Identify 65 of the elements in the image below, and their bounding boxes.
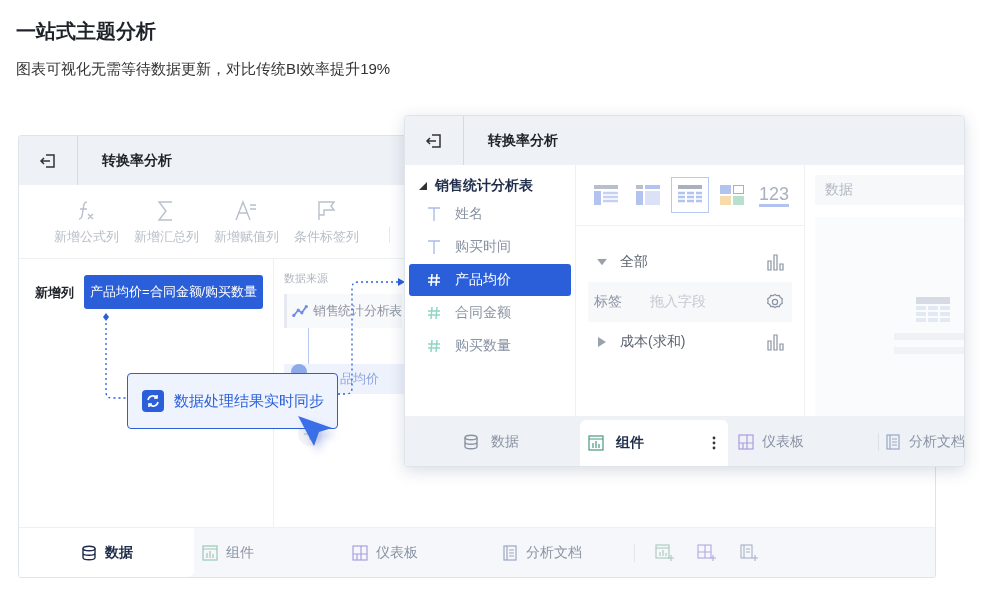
tab[interactable]: 分析文档 (494, 528, 644, 577)
chart-type-button[interactable] (671, 177, 709, 213)
field-label: 成本(求和) (620, 333, 687, 351)
tree-item[interactable]: 合同金额 (409, 297, 571, 329)
tab[interactable]: 组件 (194, 528, 344, 577)
callout-text: 数据处理结果实时同步 (174, 391, 324, 411)
chart-icon (588, 435, 604, 451)
dashboard-icon (352, 544, 368, 561)
exit-icon (39, 151, 57, 170)
exit-icon (425, 131, 443, 150)
field-label: 标签 (594, 293, 623, 311)
bar-chart-icon (766, 253, 784, 271)
toolbar-button[interactable]: 新增赋值列 (209, 197, 283, 246)
text-field-icon (427, 240, 441, 254)
tab[interactable]: 仪表板 (344, 528, 494, 577)
dashboard-icon (738, 433, 754, 450)
tab[interactable]: 仪表板 (728, 417, 878, 466)
number-chart-button[interactable]: 123 (755, 177, 793, 213)
toolbar-button[interactable]: 新增公式列 (49, 197, 123, 246)
settings-icon (766, 293, 784, 311)
field-label: 全部 (620, 253, 649, 271)
number-field-icon (427, 306, 441, 320)
page-subtitle: 图表可视化无需等待数据更新，对比传统BI效率提升19% (16, 60, 392, 79)
tab[interactable]: 数据 (19, 528, 194, 577)
more-icon[interactable] (712, 436, 716, 450)
window-title: 转换率分析 (488, 131, 558, 150)
toolbar-button[interactable]: 条件标签列 (289, 197, 363, 246)
bar-chart-icon (766, 333, 784, 351)
add-document-icon[interactable] (739, 543, 759, 562)
tree-item[interactable]: 购买数量 (409, 330, 571, 362)
tree-item[interactable]: 购买时间 (409, 231, 571, 263)
card-layout-icon (719, 184, 745, 206)
tree-node[interactable]: 销售统计分析表 (409, 175, 571, 197)
pivot-table-icon (635, 184, 661, 206)
tab[interactable]: 组件 (580, 420, 728, 466)
section-label: 数据来源 (284, 271, 328, 286)
add-chart-icon[interactable] (655, 543, 675, 562)
table-icon (593, 184, 619, 206)
chart-icon (202, 544, 218, 561)
expand-icon (419, 182, 427, 190)
data-field[interactable]: 数据 (815, 175, 964, 205)
add-dashboard-icon[interactable] (697, 543, 717, 562)
tree-item[interactable]: 产品均价 (409, 264, 571, 296)
page-title: 一站式主题分析 (16, 19, 157, 44)
document-icon (885, 433, 901, 450)
toolbar-button[interactable]: 新增汇总列 (129, 197, 203, 246)
expand-icon (598, 337, 606, 347)
expand-icon (597, 258, 607, 266)
text-field-icon (427, 207, 441, 221)
formula-chip[interactable]: 产品均价=合同金额/购买数量 (84, 275, 264, 309)
tree-item[interactable]: 姓名 (409, 198, 571, 230)
document-icon (502, 544, 518, 561)
line-chart-icon (292, 304, 309, 318)
tab[interactable]: 数据 (405, 417, 580, 466)
tab[interactable]: 分析文档 (878, 432, 964, 451)
field-group[interactable]: 成本(求和) (588, 322, 792, 362)
source-node[interactable]: 销售统计分析表 (284, 294, 402, 328)
database-icon (80, 544, 97, 561)
number-field-icon (427, 339, 441, 353)
field-group[interactable]: 全部 (588, 242, 792, 282)
database-icon (463, 433, 479, 450)
number-field-icon (427, 273, 441, 287)
window-title: 转换率分析 (102, 151, 172, 170)
field-label: 新增列 (35, 284, 74, 302)
sync-icon (142, 390, 164, 412)
